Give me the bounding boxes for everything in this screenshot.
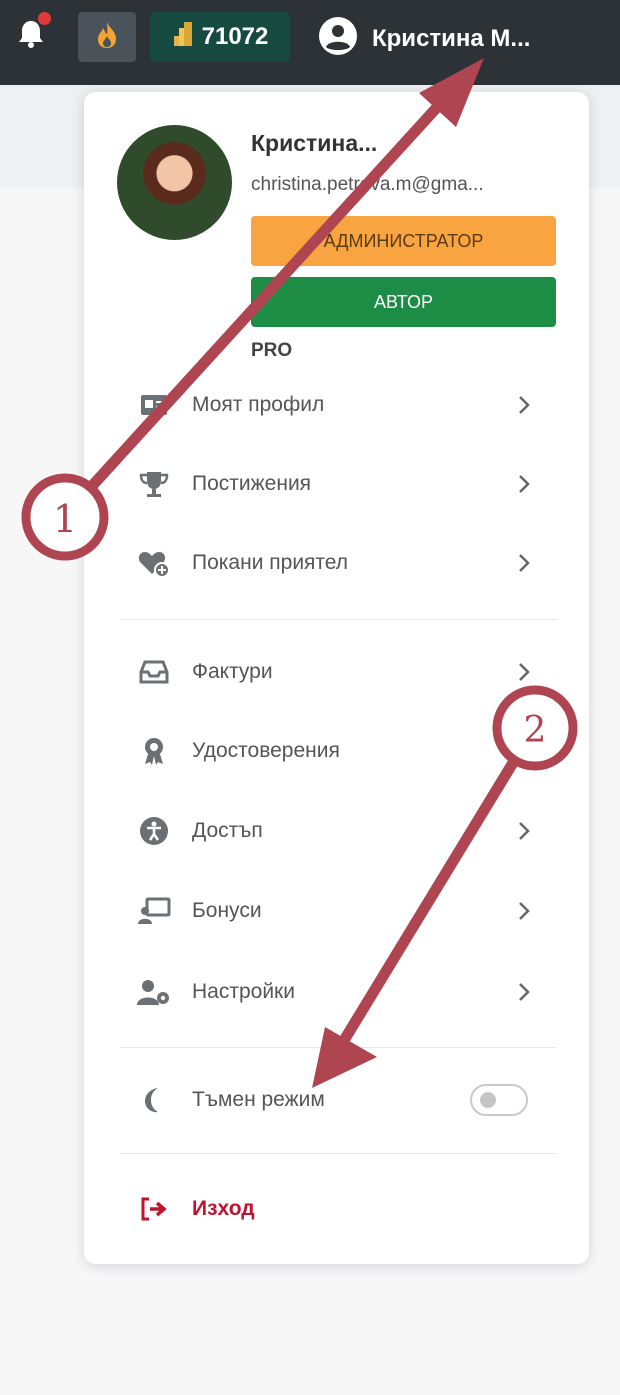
chevron-right-icon: [514, 552, 534, 574]
menu-item-label: Фактури: [192, 660, 273, 683]
logout-icon: [134, 1192, 174, 1226]
menu-item-settings[interactable]: Настройки: [134, 967, 534, 1017]
toggle-knob: [480, 1092, 496, 1108]
menu-item-bonuses[interactable]: Бонуси: [134, 886, 534, 936]
menu-item-label: Постижения: [192, 472, 312, 495]
user-dropdown-menu: Кристина... christina.petrova.m@gma... А…: [84, 92, 589, 1264]
streak-button[interactable]: [78, 12, 136, 62]
profile-card-icon: [134, 388, 174, 422]
menu-item-profile[interactable]: Моят профил: [134, 380, 534, 430]
profile-email: christina.petrova.m@gma...: [251, 174, 484, 195]
user-name: Кристина М...: [372, 25, 531, 52]
role-badge-admin: АДМИНИСТРАТОР: [251, 216, 556, 266]
inbox-tray-icon: [134, 655, 174, 689]
flame-icon: [94, 20, 120, 55]
trophy-icon: [134, 467, 174, 501]
heart-plus-icon: [134, 546, 174, 580]
profile-name: Кристина...: [251, 130, 378, 156]
user-menu-button[interactable]: Кристина М...: [318, 16, 531, 63]
plan-label: PRO: [251, 340, 293, 361]
notification-dot: [38, 12, 51, 25]
moon-icon: [134, 1083, 174, 1117]
chevron-right-icon: [514, 820, 534, 842]
menu-item-label: Моят профил: [192, 393, 325, 416]
menu-item-invite-friend[interactable]: Покани приятел: [134, 538, 534, 588]
menu-item-achievements[interactable]: Постижения: [134, 459, 534, 509]
top-bar: 71072 Кристина М...: [0, 0, 620, 85]
coins-value: 71072: [201, 23, 269, 50]
menu-item-label: Покани приятел: [192, 551, 349, 574]
menu-item-label: Удостоверения: [192, 739, 340, 762]
coin-stack-icon: [172, 20, 194, 55]
menu-item-label: Достъп: [192, 819, 263, 842]
logout-item[interactable]: Изход: [134, 1184, 534, 1234]
chevron-right-icon: [514, 394, 534, 416]
chevron-right-icon: [514, 473, 534, 495]
user-gear-icon: [134, 975, 174, 1009]
user-avatar-icon: [318, 16, 358, 63]
chevron-right-icon: [514, 900, 534, 922]
profile-avatar: [117, 125, 232, 240]
award-icon: [134, 734, 174, 768]
coins-counter[interactable]: 71072: [150, 12, 290, 62]
accessibility-icon: [134, 814, 174, 848]
menu-divider: [120, 1047, 556, 1048]
menu-item-label: Бонуси: [192, 899, 262, 922]
logout-label: Изход: [192, 1197, 255, 1220]
role-badge-author: АВТОР: [251, 277, 556, 327]
menu-item-invoices[interactable]: Фактури: [134, 647, 534, 697]
menu-item-label: Настройки: [192, 980, 295, 1003]
callout-number-1: 1: [53, 497, 77, 541]
chevron-right-icon: [514, 661, 534, 683]
chalkboard-user-icon: [134, 894, 174, 928]
dark-mode-toggle[interactable]: [470, 1084, 528, 1116]
chevron-right-icon: [514, 981, 534, 1003]
menu-divider: [120, 1153, 556, 1154]
menu-item-access[interactable]: Достъп: [134, 806, 534, 856]
menu-divider: [120, 619, 556, 620]
menu-item-certificates[interactable]: Удостоверения: [134, 726, 534, 776]
